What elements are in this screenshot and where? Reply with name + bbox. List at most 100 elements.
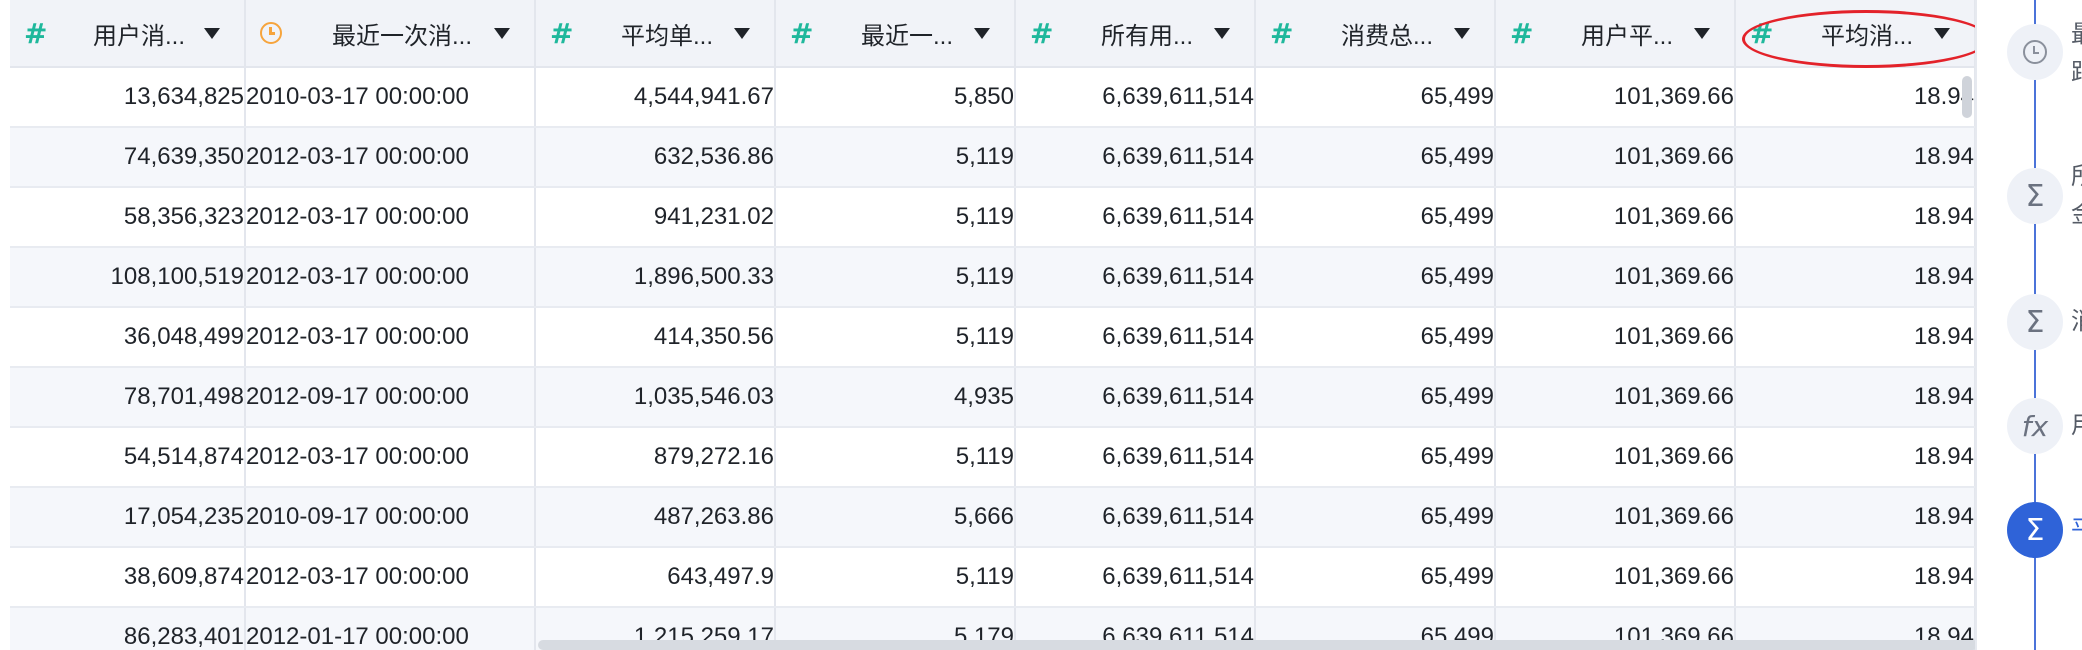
horizontal-scrollbar[interactable]	[538, 640, 1978, 650]
table-row: 36,048,499 2012-03-17 00:00:00 414,350.56 5…	[10, 307, 1975, 368]
table-cell: 2012-09-17 00:00:00	[245, 367, 536, 428]
column-header[interactable]: # 平均单...	[535, 0, 776, 68]
chevron-down-icon[interactable]	[1934, 27, 1950, 39]
column-header-label: 平均消...	[1820, 22, 1913, 50]
table-cell: 18.94	[1735, 247, 1975, 308]
table-cell: 17,054,235	[10, 487, 246, 548]
side-item-node-active[interactable]: Σ	[2007, 502, 2063, 558]
fx-icon: fx	[2021, 409, 2049, 443]
side-item-node[interactable]: Σ	[2007, 168, 2063, 224]
table-cell: 101,369.66	[1495, 127, 1736, 188]
number-type-icon: #	[24, 16, 48, 50]
table-cell: 65,499	[1255, 67, 1496, 128]
table-cell: 65,499	[1255, 187, 1496, 248]
table-cell: 5,119	[775, 247, 1016, 308]
table-cell: 18.94	[1735, 487, 1975, 548]
table-cell: 5,119	[775, 547, 1016, 608]
chevron-down-icon[interactable]	[1454, 27, 1470, 39]
column-header[interactable]: # 最近一...	[775, 0, 1016, 68]
column-header[interactable]: # 平均消...	[1735, 0, 1975, 68]
table-cell: 6,639,611,514	[1015, 67, 1256, 128]
table-cell: 101,369.66	[1495, 547, 1736, 608]
table-row: 78,701,498 2012-09-17 00:00:00 1,035,546.0…	[10, 367, 1975, 428]
side-item-label: 用	[2071, 409, 2082, 443]
side-item-label: 消	[2071, 305, 2082, 339]
column-header-label: 所有用...	[1100, 22, 1193, 50]
side-item-node[interactable]: Σ	[2007, 294, 2063, 350]
table-cell: 6,639,611,514	[1015, 427, 1256, 488]
column-header[interactable]: # 消费总...	[1255, 0, 1496, 68]
column-header-label: 最近一...	[860, 22, 953, 50]
table-cell: 65,499	[1255, 367, 1496, 428]
table-cell: 13,634,825	[10, 67, 246, 128]
column-header-label: 消费总...	[1340, 22, 1433, 50]
table-cell: 2010-09-17 00:00:00	[245, 487, 536, 548]
table-cell: 18.94	[1735, 427, 1975, 488]
table-cell: 58,356,323	[10, 187, 246, 248]
table-cell: 18.94	[1735, 307, 1975, 368]
table-cell: 65,499	[1255, 307, 1496, 368]
table-cell: 65,499	[1255, 487, 1496, 548]
table-cell: 643,497.9	[535, 547, 776, 608]
table-cell: 6,639,611,514	[1015, 367, 1256, 428]
chevron-down-icon[interactable]	[1694, 27, 1710, 39]
table-row: 17,054,235 2010-09-17 00:00:00 487,263.86 5…	[10, 487, 1975, 548]
table-cell: 101,369.66	[1495, 427, 1736, 488]
table-cell: 18.94	[1735, 547, 1975, 608]
table-cell: 4,544,941.67	[535, 67, 776, 128]
table-cell: 18.94	[1735, 127, 1975, 188]
column-header[interactable]: # 用户消...	[10, 0, 246, 68]
table-cell: 2012-03-17 00:00:00	[245, 127, 536, 188]
number-type-icon: #	[1270, 16, 1294, 50]
table-cell: 879,272.16	[535, 427, 776, 488]
table-cell: 2012-03-17 00:00:00	[245, 307, 536, 368]
column-header[interactable]: # 所有用...	[1015, 0, 1256, 68]
chevron-down-icon[interactable]	[974, 27, 990, 39]
table-cell: 5,666	[775, 487, 1016, 548]
table-cell: 2010-03-17 00:00:00	[245, 67, 536, 128]
chevron-down-icon[interactable]	[1214, 27, 1230, 39]
table-cell: 2012-01-17 00:00:00	[245, 607, 536, 650]
table-cell: 1,896,500.33	[535, 247, 776, 308]
table-cell: 941,231.02	[535, 187, 776, 248]
chevron-down-icon[interactable]	[734, 27, 750, 39]
vertical-scrollbar[interactable]	[1962, 76, 1972, 118]
table-cell: 18.94	[1735, 187, 1975, 248]
table-row: 74,639,350 2012-03-17 00:00:00 632,536.86 5…	[10, 127, 1975, 188]
table-cell: 18.94	[1735, 367, 1975, 428]
table-cell: 2012-03-17 00:00:00	[245, 547, 536, 608]
number-type-icon: #	[1510, 16, 1534, 50]
number-type-icon: #	[550, 16, 574, 50]
table-cell: 38,609,874	[10, 547, 246, 608]
table-cell: 5,119	[775, 127, 1016, 188]
table-cell: 2012-03-17 00:00:00	[245, 247, 536, 308]
table-cell: 6,639,611,514	[1015, 187, 1256, 248]
column-header[interactable]: 最近一次消...	[245, 0, 536, 68]
table-cell: 18.94	[1735, 67, 1975, 128]
table-cell: 54,514,874	[10, 427, 246, 488]
table-cell: 65,499	[1255, 247, 1496, 308]
side-item-label: 平	[2071, 513, 2082, 547]
table-row: 58,356,323 2012-03-17 00:00:00 941,231.02 5…	[10, 187, 1975, 248]
column-header[interactable]: # 用户平...	[1495, 0, 1736, 68]
chevron-down-icon[interactable]	[494, 27, 510, 39]
sigma-icon: Σ	[2025, 178, 2045, 214]
column-header-label: 用户消...	[92, 22, 185, 50]
number-type-icon: #	[1750, 16, 1774, 50]
table-cell: 101,369.66	[1495, 67, 1736, 128]
table-cell: 78,701,498	[10, 367, 246, 428]
table-cell: 74,639,350	[10, 127, 246, 188]
side-item-node[interactable]: fx	[2007, 398, 2063, 454]
side-item-label: 最	[2071, 18, 2082, 52]
table-cell: 65,499	[1255, 427, 1496, 488]
table-cell: 6,639,611,514	[1015, 487, 1256, 548]
data-table-area: # 用户消... 最近一次消... # 平均单... # 最近一... # 所有用...…	[10, 0, 1975, 650]
table-cell: 5,119	[775, 307, 1016, 368]
data-table: # 用户消... 最近一次消... # 平均单... # 最近一... # 所有用...…	[10, 0, 1975, 650]
field-side-panel: 最 距 Σ 所 金 Σ 消 fx 用 Σ 平	[1975, 0, 2082, 650]
table-cell: 101,369.66	[1495, 247, 1736, 308]
side-item-node[interactable]	[2007, 24, 2063, 80]
column-header-label: 用户平...	[1580, 22, 1673, 50]
number-type-icon: #	[790, 16, 814, 50]
chevron-down-icon[interactable]	[204, 27, 220, 39]
